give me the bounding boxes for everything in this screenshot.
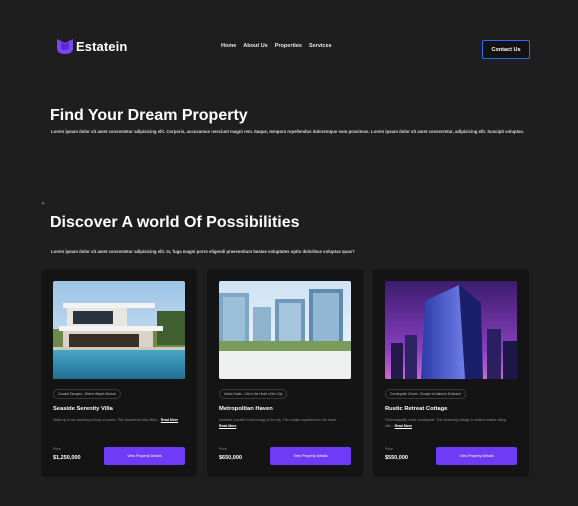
property-image-tower[interactable] (385, 281, 517, 379)
price-label: Price (385, 447, 393, 451)
property-description-text: Immerse yourself in the energy of the ci… (219, 418, 339, 422)
hero-subtitle: Lorem ipsum dolor sit amet consectetur a… (51, 129, 525, 134)
property-title: Rustic Retreat Cottage (385, 406, 448, 412)
nav-link-properties[interactable]: Properties (275, 43, 302, 49)
property-card: Urban Oasis - Life in the Heart of the C… (207, 269, 363, 477)
nav-link-services[interactable]: Services (309, 43, 332, 49)
price-value: $650,000 (219, 455, 242, 461)
section-marker-icon: ✦ (41, 201, 46, 207)
price-label: Price (53, 447, 61, 451)
nav-link-home[interactable]: Home (221, 43, 236, 49)
property-description: Immerse yourself in the energy of the ci… (219, 418, 347, 429)
read-more-link[interactable]: Read More (395, 424, 412, 428)
read-more-link[interactable]: Read More (219, 424, 236, 428)
property-card: Coastal Escapes - Where Waves Beckon Sea… (41, 269, 197, 477)
view-property-details-button[interactable]: View Property Details (270, 447, 351, 465)
property-title: Metropolitan Haven (219, 406, 273, 412)
property-description: Find tranquility in the countryside. Thi… (385, 418, 513, 429)
property-description: Wake up to the soothing melody of waves.… (53, 418, 181, 424)
property-cards: Coastal Escapes - Where Waves Beckon Sea… (41, 269, 529, 477)
property-tag: Countryside Charm - Escape to Nature's E… (385, 389, 466, 399)
property-image-villa[interactable] (53, 281, 185, 379)
property-tag: Urban Oasis - Life in the Heart of the C… (219, 389, 288, 399)
page: Estatein Home About Us Properties Servic… (0, 0, 578, 506)
property-description-text: Wake up to the soothing melody of waves.… (53, 418, 160, 422)
nav-link-about[interactable]: About Us (243, 43, 267, 49)
price-label: Price (219, 447, 227, 451)
logo-text: Estatein (76, 38, 128, 54)
hero-title: Find Your Dream Property (50, 107, 248, 124)
property-title: Seaside Serenity Villa (53, 406, 113, 412)
logo-icon (56, 37, 74, 55)
property-tag: Coastal Escapes - Where Waves Beckon (53, 389, 122, 399)
view-property-details-button[interactable]: View Property Details (436, 447, 517, 465)
read-more-link[interactable]: Read More (161, 418, 178, 422)
section-title: Discover A world Of Possibilities (50, 214, 300, 231)
logo[interactable]: Estatein (56, 37, 127, 55)
property-image-city[interactable] (219, 281, 351, 379)
view-property-details-button[interactable]: View Property Details (104, 447, 185, 465)
property-card: Countryside Charm - Escape to Nature's E… (373, 269, 529, 477)
price-value: $1,250,000 (53, 455, 81, 461)
section-subtitle: Lorem ipsum dolor sit amet consectetur a… (51, 249, 355, 254)
contact-us-button[interactable]: Contact Us (482, 40, 530, 59)
price-value: $550,000 (385, 455, 408, 461)
main-nav: Home About Us Properties Services (221, 43, 332, 49)
header: Estatein Home About Us Properties Servic… (56, 37, 530, 61)
